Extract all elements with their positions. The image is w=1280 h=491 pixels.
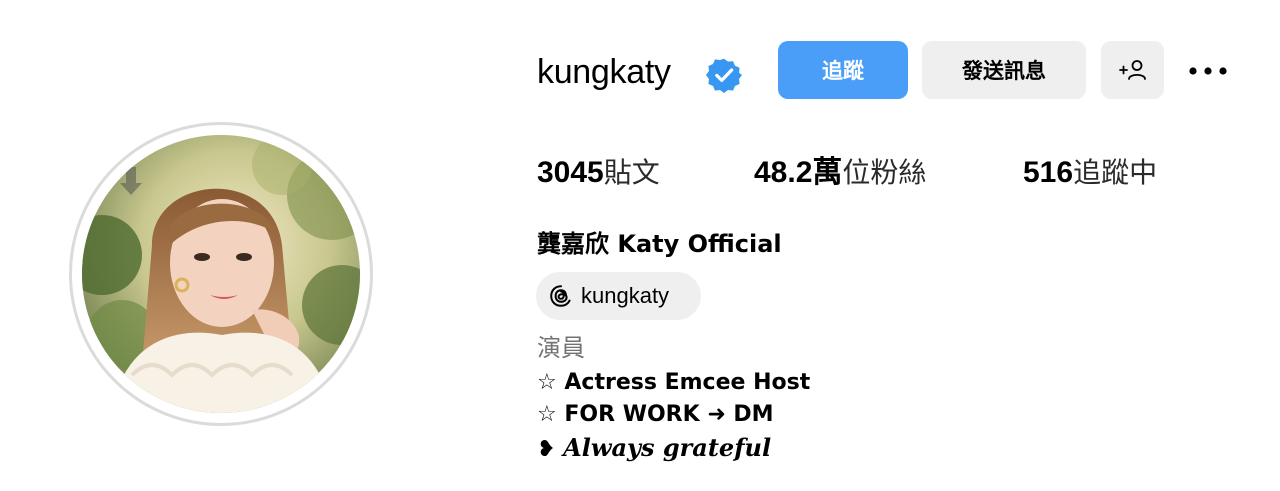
followers-count: 48.2萬	[754, 156, 843, 189]
avatar[interactable]	[82, 135, 360, 413]
posts-label: 貼文	[603, 156, 660, 189]
heart-icon: ❥	[537, 437, 556, 462]
display-name: 龔嘉欣 Katy Official	[537, 230, 782, 258]
more-options-button[interactable]	[1186, 56, 1230, 86]
threads-icon	[550, 285, 571, 307]
avatar-photo	[82, 135, 360, 413]
posts-count: 3045	[537, 156, 604, 189]
more-options-icon	[1189, 67, 1227, 75]
profile-header: kungkaty 追蹤 發送訊息 3045貼文 48.2萬位粉絲 516追蹤中 …	[0, 0, 1280, 491]
followers-label: 位粉絲	[842, 156, 927, 189]
following-count: 516	[1023, 156, 1074, 189]
following-label: 追蹤中	[1073, 156, 1158, 189]
stat-followers[interactable]: 48.2萬位粉絲	[754, 154, 926, 192]
threads-handle: kungkaty	[581, 283, 670, 308]
stat-following[interactable]: 516追蹤中	[1023, 154, 1157, 192]
follow-button[interactable]: 追蹤	[778, 41, 908, 99]
username: kungkaty	[537, 53, 671, 91]
verified-badge-icon	[706, 58, 742, 93]
profile-category: 演員	[537, 334, 585, 362]
suggested-accounts-button[interactable]	[1101, 41, 1164, 99]
stat-posts: 3045貼文	[537, 154, 660, 192]
send-message-button[interactable]: 發送訊息	[922, 41, 1086, 99]
bio-grateful-text: 𝑨𝒍𝒘𝒂𝒚𝒔 𝒈𝒓𝒂𝒕𝒆𝒇𝒖𝒍	[563, 433, 772, 462]
threads-link[interactable]: kungkaty	[536, 272, 701, 320]
bio-line: ☆ FOR WORK ➜ DM	[537, 402, 774, 427]
add-person-icon	[1118, 60, 1146, 80]
bio-line: ❥ 𝑨𝒍𝒘𝒂𝒚𝒔 𝒈𝒓𝒂𝒕𝒆𝒇𝒖𝒍	[537, 432, 771, 466]
bio-line: ☆ Actress Emcee Host	[537, 370, 811, 395]
